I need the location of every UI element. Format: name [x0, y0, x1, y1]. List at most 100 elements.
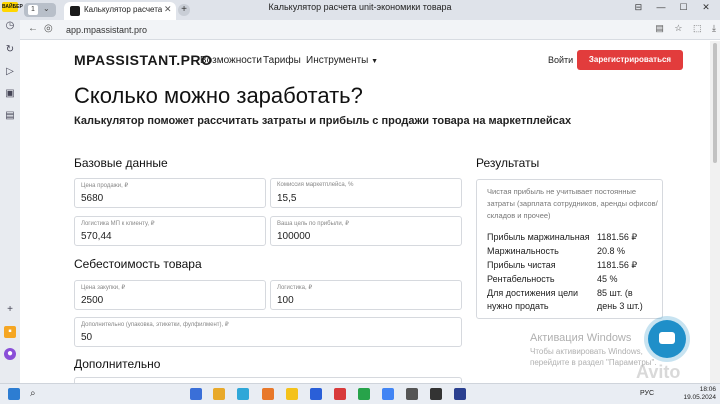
- taskbar-app-icon[interactable]: [382, 388, 394, 400]
- caret-down-icon: ▼: [371, 58, 379, 65]
- refresh-icon[interactable]: ↻: [4, 44, 16, 56]
- taskbar-app-icon[interactable]: [262, 388, 274, 400]
- login-link[interactable]: Войти: [548, 55, 573, 65]
- field-value: 5680: [81, 193, 104, 204]
- minimize-icon[interactable]: —: [651, 2, 671, 12]
- reader-icon[interactable]: ▤: [655, 23, 664, 33]
- maximize-icon[interactable]: ☐: [673, 2, 693, 13]
- nav-tools[interactable]: Инструменты ▼: [306, 55, 378, 66]
- field-label: Ваша цель по прибыли, ₽: [277, 221, 349, 227]
- result-label: Прибыль маржинальная: [487, 232, 590, 242]
- add-icon[interactable]: +: [4, 304, 16, 316]
- taskbar-app-icon[interactable]: [286, 388, 298, 400]
- results-note: Чистая прибыль не учитывает постоянные з…: [487, 187, 658, 220]
- result-value: 45 %: [597, 274, 618, 284]
- scrollbar-thumb[interactable]: [713, 43, 717, 163]
- additional-costs-field[interactable]: Дополнительно (упаковка, этикетки, фулфи…: [74, 317, 462, 347]
- play-icon[interactable]: ▷: [4, 66, 16, 78]
- chevron-down-icon: ⌄: [43, 4, 50, 13]
- nav-tools-label: Инструменты: [306, 55, 369, 66]
- signup-button[interactable]: Зарегистрироваться: [577, 50, 683, 70]
- workspace-switcher[interactable]: 1 ⌄: [24, 3, 56, 17]
- profit-goal-field[interactable]: Ваша цель по прибыли, ₽ 100000: [270, 216, 462, 246]
- language-indicator[interactable]: РУС: [640, 390, 654, 397]
- nav-features[interactable]: Возможности: [200, 55, 262, 66]
- window-controls: ⊟ — ☐ ✕: [628, 2, 716, 13]
- bookmark-icon[interactable]: ⊟: [628, 2, 648, 13]
- commission-field[interactable]: Комиссия маркетплейса, % 15,5: [270, 178, 462, 208]
- bookmark-star-icon[interactable]: ☆: [674, 23, 682, 33]
- tab-close-icon[interactable]: ✕: [164, 4, 172, 15]
- assistant-icon[interactable]: ●: [4, 348, 16, 360]
- site-info-icon[interactable]: ◎: [44, 23, 53, 34]
- result-label: Маржинальность: [487, 246, 559, 256]
- close-window-icon[interactable]: ✕: [696, 2, 716, 13]
- result-value: 20.8 %: [597, 246, 626, 256]
- field-label: Логистика, ₽: [277, 285, 313, 291]
- web-page: MPASSISTANT.PRO Возможности Тарифы Инстр…: [20, 41, 710, 383]
- panel-icon[interactable]: ▤: [4, 110, 16, 122]
- field-label: Логистика МП к клиенту, ₽: [81, 221, 155, 227]
- windows-taskbar: ⌕ РУС 18:06 19.05.2024: [0, 383, 720, 404]
- field-value: 15,5: [277, 193, 297, 204]
- field-value: 100000: [277, 231, 311, 242]
- taskbar-app-icon[interactable]: [334, 388, 346, 400]
- address-actions: ▤ ☆ ⬚ ⤓: [647, 23, 716, 34]
- windows-start-icon[interactable]: [8, 388, 20, 400]
- tab-title: Калькулятор расчета u: [84, 5, 162, 14]
- taskbar-app-icon[interactable]: [190, 388, 202, 400]
- extra-heading: Дополнительно: [74, 357, 161, 371]
- taskbar-app-icon[interactable]: [237, 388, 249, 400]
- browser-tab-bar: 1 ⌄ Калькулятор расчета u ✕ + Калькулято…: [0, 0, 720, 20]
- field-value: 50: [81, 332, 93, 343]
- taskbar-app-icon[interactable]: [406, 388, 418, 400]
- app-icon[interactable]: ▪: [4, 326, 16, 338]
- clock-date: 19.05.2024: [683, 394, 716, 401]
- favicon-icon: [70, 6, 80, 16]
- field-value: 100: [277, 295, 294, 306]
- browser-tab[interactable]: Калькулятор расчета u ✕: [64, 2, 176, 20]
- result-label: нужно продать: [487, 301, 549, 311]
- purchase-price-field[interactable]: Цена закупки, ₽ 2500: [74, 280, 266, 310]
- search-icon[interactable]: ⌕: [30, 388, 42, 400]
- avito-watermark: Avito: [636, 362, 681, 382]
- result-value: 85 шт. (в: [597, 288, 633, 298]
- windows-activation-title: Активация Windows: [530, 332, 632, 344]
- taskbar-app-icon[interactable]: [310, 388, 322, 400]
- taskbar-app-icon[interactable]: [358, 388, 370, 400]
- notes-icon[interactable]: ▣: [4, 88, 16, 100]
- nav-pricing[interactable]: Тарифы: [263, 55, 301, 66]
- result-value: день 3 шт.): [597, 301, 643, 311]
- address-bar: ← ◎ app.mpassistant.pro ▤ ☆ ⬚ ⤓: [0, 20, 720, 40]
- site-logo[interactable]: MPASSISTANT.PRO: [74, 52, 212, 68]
- taskbar-app-icon[interactable]: [430, 388, 442, 400]
- logistics-field[interactable]: Логистика, ₽ 100: [270, 280, 462, 310]
- field-value: 2500: [81, 295, 104, 306]
- back-icon[interactable]: ←: [28, 23, 38, 34]
- extensions-icon[interactable]: ⬚: [693, 23, 702, 33]
- page-scrollbar[interactable]: [710, 41, 720, 383]
- chat-button[interactable]: [648, 320, 686, 358]
- result-label: Для достижения цели: [487, 288, 579, 298]
- results-heading: Результаты: [476, 156, 540, 170]
- base-data-heading: Базовые данные: [74, 156, 168, 170]
- sale-price-field[interactable]: Цена продажи, ₽ 5680: [74, 178, 266, 208]
- result-value: 1181.56 ₽: [597, 232, 638, 242]
- window-title: Калькулятор расчета unit-экономики товар…: [268, 2, 452, 12]
- taskbar-app-icon[interactable]: [454, 388, 466, 400]
- field-label: Цена закупки, ₽: [81, 285, 126, 291]
- url-field[interactable]: app.mpassistant.pro: [66, 23, 200, 37]
- downloads-icon[interactable]: ⤓: [712, 23, 716, 33]
- page-title: Сколько можно заработать?: [74, 83, 363, 108]
- result-value: 1181.56 ₽: [597, 260, 638, 270]
- result-label: Прибыль чистая: [487, 260, 556, 270]
- sidebar-badge[interactable]: ВАЙБЕР: [2, 2, 23, 12]
- clock-icon[interactable]: ◷: [4, 20, 16, 32]
- logistics-mp-field[interactable]: Логистика МП к клиенту, ₽ 570,44: [74, 216, 266, 246]
- clock[interactable]: 18:06 19.05.2024: [683, 386, 716, 402]
- field-label: Комиссия маркетплейса, %: [277, 182, 354, 188]
- result-label: Рентабельность: [487, 274, 555, 284]
- workspace-number: 1: [28, 5, 38, 15]
- taskbar-app-icon[interactable]: [213, 388, 225, 400]
- clock-time: 18:06: [699, 386, 716, 393]
